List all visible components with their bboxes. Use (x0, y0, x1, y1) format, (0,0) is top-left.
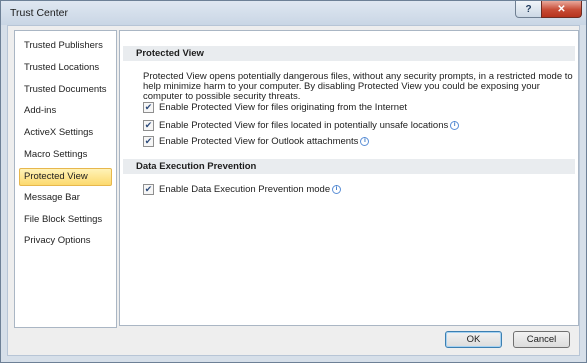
sidebar-item-macro-settings[interactable]: Macro Settings (19, 147, 112, 165)
sidebar-item-trusted-locations[interactable]: Trusted Locations (19, 60, 112, 78)
sidebar-item-trusted-documents[interactable]: Trusted Documents (19, 82, 112, 100)
help-button[interactable]: ? (515, 1, 542, 18)
sidebar-item-file-block-settings[interactable]: File Block Settings (19, 212, 112, 230)
sidebar-item-trusted-publishers[interactable]: Trusted Publishers (19, 38, 112, 56)
dep-label: Enable Data Execution Prevention mode (159, 183, 331, 195)
sidebar-item-activex-settings[interactable]: ActiveX Settings (19, 125, 112, 143)
unsafe-locations-checkbox[interactable]: ✔ (143, 119, 154, 131)
title-bar: Trust Center ? ✕ (1, 1, 586, 25)
sidebar-item-protected-view[interactable]: Protected View (19, 168, 112, 186)
unsafe-locations-label: Enable Protected View for files located … (159, 119, 449, 131)
option-unsafe-locations[interactable]: ✔ Enable Protected View for files locate… (143, 119, 460, 131)
internet-files-label: Enable Protected View for files originat… (159, 101, 408, 113)
protected-view-heading: Protected View (123, 46, 575, 61)
close-button[interactable]: ✕ (541, 1, 582, 18)
window-title: Trust Center (10, 7, 68, 19)
sidebar-item-add-ins[interactable]: Add-ins (19, 103, 112, 121)
outlook-attachments-label: Enable Protected View for Outlook attach… (159, 135, 359, 147)
info-icon[interactable]: i (450, 120, 460, 130)
option-internet-files[interactable]: ✔ Enable Protected View for files origin… (143, 101, 407, 113)
protected-view-description: Protected View opens potentially dangero… (143, 71, 573, 102)
trust-center-dialog: Trust Center ? ✕ Trusted Publishers Trus… (0, 0, 587, 363)
internet-files-checkbox[interactable]: ✔ (143, 101, 154, 113)
cancel-button[interactable]: Cancel (513, 331, 570, 348)
sidebar-item-privacy-options[interactable]: Privacy Options (19, 233, 112, 251)
sidebar-item-message-bar[interactable]: Message Bar (19, 190, 112, 208)
settings-panel: Protected View Protected View opens pote… (119, 30, 579, 326)
option-data-execution-prevention[interactable]: ✔ Enable Data Execution Prevention mode … (143, 183, 342, 195)
outlook-attachments-checkbox[interactable]: ✔ (143, 135, 154, 147)
dep-checkbox[interactable]: ✔ (143, 183, 154, 195)
category-list: Trusted Publishers Trusted Locations Tru… (14, 30, 117, 328)
ok-button[interactable]: OK (445, 331, 502, 348)
info-icon[interactable]: i (360, 136, 370, 146)
dialog-body: Trusted Publishers Trusted Locations Tru… (7, 25, 580, 356)
option-outlook-attachments[interactable]: ✔ Enable Protected View for Outlook atta… (143, 135, 370, 147)
dep-heading: Data Execution Prevention (123, 159, 575, 174)
info-icon[interactable]: i (332, 184, 342, 194)
